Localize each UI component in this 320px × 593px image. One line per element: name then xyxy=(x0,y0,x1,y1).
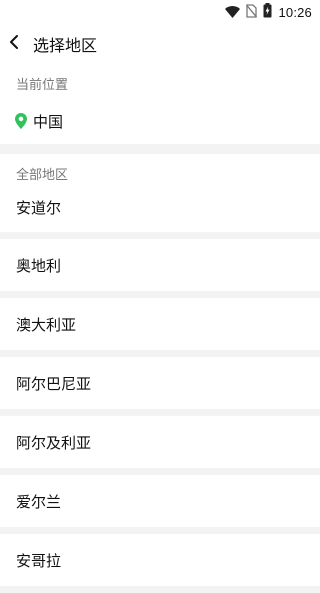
region-item-algeria[interactable]: 阿尔及利亚 xyxy=(0,416,320,475)
region-item-austria[interactable]: 奥地利 xyxy=(0,239,320,298)
current-location-section-label: 当前位置 xyxy=(16,78,69,93)
wifi-icon xyxy=(225,3,241,22)
section-divider xyxy=(0,144,320,154)
status-time: 10:26 xyxy=(278,4,312,20)
location-pin-icon xyxy=(15,113,27,129)
back-button[interactable] xyxy=(9,24,35,64)
region-item-angola[interactable]: 安哥拉 xyxy=(0,534,320,593)
current-location-name: 中国 xyxy=(33,112,64,131)
chevron-left-icon xyxy=(9,34,21,54)
region-item-albania[interactable]: 阿尔巴尼亚 xyxy=(0,357,320,416)
toolbar: 选择地区 xyxy=(0,24,320,64)
region-list: 安道尔 奥地利 澳大利亚 阿尔巴尼亚 阿尔及利亚 爱尔兰 安哥拉 xyxy=(0,182,320,593)
region-item-australia[interactable]: 澳大利亚 xyxy=(0,298,320,357)
current-location-item[interactable]: 中国 xyxy=(0,104,320,138)
status-bar: 10:26 xyxy=(0,0,320,24)
region-item-ireland[interactable]: 爱尔兰 xyxy=(0,475,320,534)
no-sim-icon xyxy=(246,3,258,22)
region-item-andorra[interactable]: 安道尔 xyxy=(0,182,320,239)
status-icons: 10:26 xyxy=(225,0,312,24)
all-regions-section-label: 全部地区 xyxy=(16,168,69,183)
battery-charging-icon xyxy=(263,2,272,22)
page-title: 选择地区 xyxy=(33,36,98,55)
